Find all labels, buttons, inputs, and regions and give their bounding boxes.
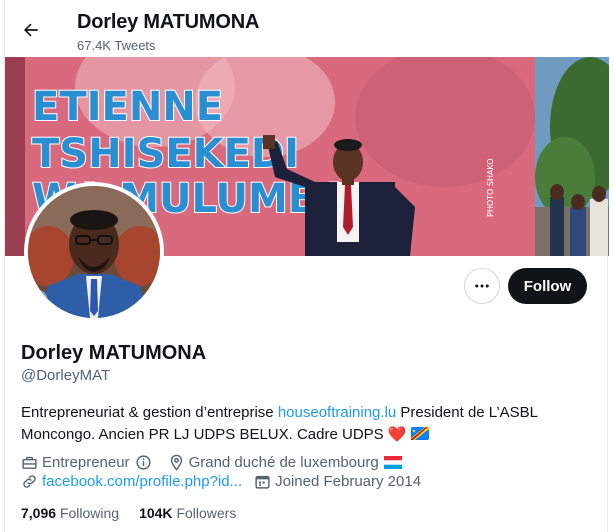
back-arrow-icon[interactable] — [17, 16, 45, 44]
profile-handle: @DorleyMAT — [21, 367, 111, 384]
profile-header-bar: Dorley MATUMONA 67.4K Tweets — [5, 0, 609, 57]
profile-meta-row-1: Entrepreneur Grand duché de luxembourg — [21, 454, 402, 471]
profile-page: Dorley MATUMONA 67.4K Tweets ETIENNE TSH… — [4, 0, 609, 532]
banner-photo-credit: PHOTO SHAKO — [486, 158, 495, 217]
profile-joined-date: Joined February 2014 — [275, 473, 422, 490]
calendar-icon — [254, 473, 271, 490]
profile-name: Dorley MATUMONA — [21, 342, 207, 364]
luxembourg-flag-icon — [383, 456, 402, 469]
followers-label: Followers — [176, 505, 237, 521]
location-pin-icon — [168, 454, 185, 471]
followers-link[interactable]: 104K Followers — [139, 505, 236, 521]
link-icon — [21, 473, 38, 490]
banner-sign-text-1: ETIENNE — [32, 84, 223, 130]
profile-category: Entrepreneur — [42, 454, 130, 471]
profile-location: Grand duché de luxembourg — [188, 454, 379, 471]
follow-button[interactable]: Follow — [508, 268, 587, 304]
profile-website-link[interactable]: facebook.com/profile.php?id... — [42, 473, 242, 490]
following-count: 7,096 — [21, 505, 57, 521]
following-link[interactable]: 7,096 Following — [21, 505, 119, 521]
bio-link[interactable]: houseoftraining.lu — [278, 404, 396, 421]
banner-sign-text-2: TSHISEKEDI — [32, 131, 299, 177]
more-options-button[interactable] — [464, 268, 500, 304]
header-tweet-count: 67.4K Tweets — [77, 38, 156, 53]
profile-avatar[interactable] — [24, 182, 164, 322]
following-label: Following — [59, 505, 120, 521]
more-dots-icon — [475, 284, 489, 288]
info-icon[interactable] — [135, 454, 152, 471]
bio-text-1: Entrepreneuriat & gestion d’entreprise — [21, 404, 278, 421]
profile-stats: 7,096 Following 104K Followers — [21, 505, 256, 521]
profile-bio: Entrepreneuriat & gestion d’entreprise h… — [21, 402, 591, 446]
followers-count: 104K — [139, 505, 173, 521]
heart-emoji: ❤️ — [387, 426, 407, 443]
briefcase-icon — [21, 454, 38, 471]
header-name: Dorley MATUMONA — [77, 11, 260, 33]
profile-meta-row-2: facebook.com/profile.php?id... Joined Fe… — [21, 473, 421, 490]
drc-flag-icon — [410, 427, 429, 440]
